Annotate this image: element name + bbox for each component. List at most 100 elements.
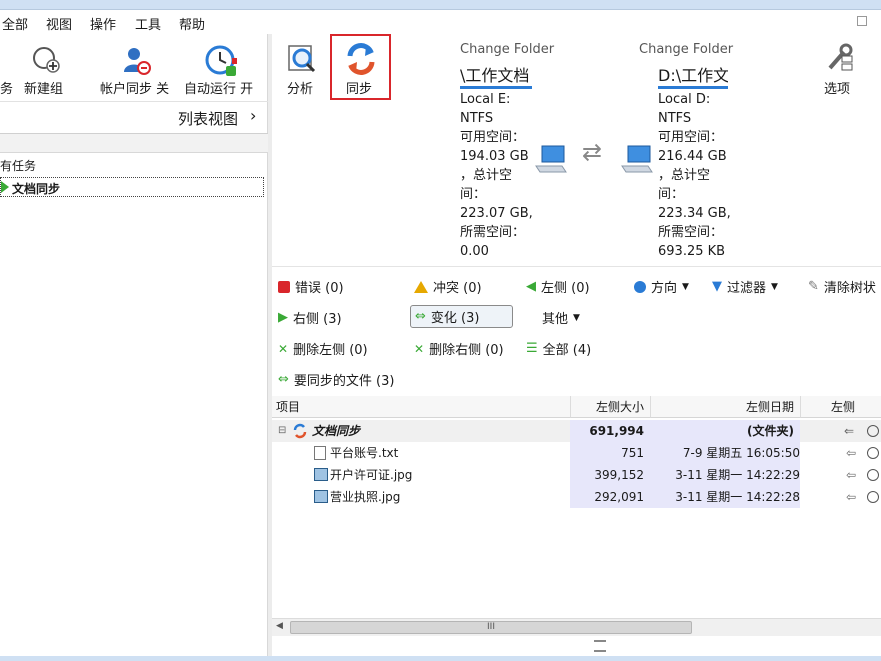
eraser-icon: ✎	[808, 279, 819, 294]
filter-left[interactable]: ◀ 左侧 (0)	[526, 277, 590, 296]
col-header-left[interactable]: 左侧	[800, 396, 881, 418]
list-view-label[interactable]: 列表视图	[178, 108, 238, 129]
filter-files-to-sync-label: 要同步的文件 (3)	[293, 374, 395, 389]
delete-left-icon: ✕	[278, 341, 289, 356]
filter-delete-right-label: 删除右侧 (0)	[429, 343, 504, 358]
scrollbar-grip: III	[487, 622, 495, 632]
filter-dropdown[interactable]: ▼ 过滤器 ▼	[712, 277, 778, 296]
filter-label: 过滤器	[727, 281, 767, 296]
filter-delete-left-label: 删除左侧 (0)	[293, 343, 368, 358]
auto-run-toggle[interactable]: 自动运行 开	[184, 78, 253, 97]
filter-left-label: 左侧 (0)	[541, 281, 590, 296]
col-header-left-size[interactable]: 左侧大小	[570, 396, 650, 418]
filter-files-to-sync[interactable]: ⇔ 要同步的文件 (3)	[278, 370, 394, 389]
clear-tree-button[interactable]: ✎ 清除树状	[808, 277, 876, 296]
group-date: (文件夹)	[650, 420, 800, 442]
filter-all[interactable]: ☰ 全部 (4)	[526, 339, 591, 358]
filter-delete-left[interactable]: ✕ 删除左侧 (0)	[278, 339, 368, 359]
changes-icon: ⇔	[415, 309, 426, 324]
title-bar	[0, 0, 881, 10]
task-button[interactable]: 务	[0, 78, 13, 97]
funnel-icon: ▼	[712, 279, 722, 294]
error-icon	[278, 280, 290, 293]
menu-view[interactable]: 视图	[46, 14, 72, 33]
status-circle-icon[interactable]	[867, 425, 879, 437]
other-dropdown[interactable]: 其他 ▼	[542, 308, 580, 327]
analyze-button[interactable]: 分析	[284, 42, 320, 98]
account-sync-toggle[interactable]: 帐户同步 关	[100, 78, 169, 97]
menu-tools[interactable]: 工具	[135, 14, 161, 33]
swap-arrows-icon[interactable]: ⇄	[582, 138, 602, 166]
filter-errors[interactable]: 错误 (0)	[278, 277, 344, 296]
file-name: 开户许可证.jpg	[330, 468, 413, 482]
chevron-right-icon[interactable]: ›	[250, 106, 256, 125]
list-view-bar[interactable]: 列表视图 ›	[0, 102, 268, 134]
auto-run-icon	[204, 44, 237, 76]
direction-dropdown[interactable]: 方向 ▼	[634, 277, 689, 296]
options-button[interactable]: 选项	[820, 42, 860, 98]
new-group-button[interactable]: 新建组	[24, 78, 63, 97]
sync-task-icon	[292, 423, 308, 439]
file-date: 3-11 星期一 14:22:28	[650, 486, 800, 508]
analyze-icon	[286, 42, 318, 78]
image-file-icon	[314, 490, 328, 503]
filter-right[interactable]: ▶ 右侧 (3)	[278, 308, 342, 327]
direction-left-icon[interactable]: ⇦	[846, 464, 856, 486]
table-row[interactable]: 营业执照.jpg 292,091 3-11 星期一 14:22:28 ⇦	[272, 486, 881, 508]
scroll-left-icon[interactable]: ◀	[276, 621, 283, 631]
filter-conflicts-label: 冲突 (0)	[433, 281, 482, 296]
col-header-left-date[interactable]: 左侧日期	[650, 396, 800, 418]
menu-bar: 全部 视图 操作 工具 帮助	[0, 10, 881, 34]
options-label: 选项	[824, 82, 851, 97]
status-circle-icon[interactable]	[867, 447, 879, 459]
right-panel: 分析 同步 Change Folder \工作文档 Local E: NTFS …	[272, 34, 881, 656]
table-group-row[interactable]: ⊟ 文档同步 691,994 (文件夹) ⇐	[272, 420, 881, 442]
filter-changes[interactable]: ⇔ 变化 (3)	[410, 305, 513, 328]
caret-down-icon: ▼	[771, 281, 778, 292]
menu-all[interactable]: 全部	[2, 14, 28, 33]
task-tree: 有任务 文档同步	[0, 152, 268, 212]
right-computer-icon	[620, 144, 654, 178]
file-table: 项目 左侧大小 左侧日期 左侧 ⊟ 文档同步 691,994 (文件夹) ⇐ 平…	[272, 396, 881, 616]
horizontal-scrollbar[interactable]: ◀ III	[272, 618, 881, 636]
direction-left-icon[interactable]: ⇦	[846, 486, 856, 508]
menu-help[interactable]: 帮助	[179, 14, 205, 33]
left-change-folder[interactable]: Change Folder	[460, 42, 554, 57]
options-icon	[824, 42, 856, 78]
direction-icon	[634, 280, 646, 293]
scrollbar-thumb[interactable]: III	[290, 621, 692, 634]
collapse-icon[interactable]: ⊟	[278, 420, 286, 442]
left-toolbar: 务 新建组 帐户同步 关 自动运行 开	[0, 34, 268, 102]
left-computer-icon	[534, 144, 568, 178]
table-row[interactable]: 开户许可证.jpg 399,152 3-11 星期一 14:22:29 ⇦	[272, 464, 881, 486]
table-row[interactable]: 平台账号.txt 751 7-9 星期五 16:05:50 ⇦	[272, 442, 881, 464]
status-circle-icon[interactable]	[867, 469, 879, 481]
sync-label: 同步	[346, 82, 373, 97]
other-label: 其他	[542, 312, 569, 327]
direction-left-icon[interactable]: ⇦	[846, 442, 856, 464]
left-folder-info: Local E: NTFS 可用空间： 194.03 GB ，总计空 间： 22…	[460, 92, 533, 259]
filter-changes-label: 变化 (3)	[430, 311, 480, 326]
left-folder-path[interactable]: \工作文档	[460, 62, 532, 89]
group-size: 691,994	[570, 420, 650, 442]
file-name: 营业执照.jpg	[330, 490, 401, 504]
sync-header: 分析 同步 Change Folder \工作文档 Local E: NTFS …	[272, 34, 881, 266]
filter-delete-right[interactable]: ✕ 删除右侧 (0)	[414, 339, 504, 359]
direction-label: 方向	[651, 281, 678, 296]
status-circle-icon[interactable]	[867, 491, 879, 503]
filter-errors-label: 错误 (0)	[295, 281, 344, 296]
col-header-item[interactable]: 项目	[272, 396, 570, 418]
right-folder-path[interactable]: D:\工作文	[658, 62, 728, 89]
window-control-icon[interactable]	[857, 16, 867, 26]
filter-conflicts[interactable]: 冲突 (0)	[414, 277, 482, 296]
menu-actions[interactable]: 操作	[90, 14, 116, 33]
text-file-icon	[314, 446, 326, 460]
left-panel: 务 新建组 帐户同步 关 自动运行 开 列表视图 › 有任务 文档同步	[0, 34, 268, 656]
tree-all-tasks[interactable]: 有任务	[0, 157, 36, 174]
warning-icon	[414, 280, 428, 293]
sync-button[interactable]: 同步	[330, 34, 391, 100]
right-folder-info: Local D: NTFS 可用空间： 216.44 GB ，总计空 间： 22…	[658, 92, 731, 259]
direction-left-icon[interactable]: ⇐	[844, 420, 854, 442]
tree-item-selected[interactable]: 文档同步	[0, 177, 264, 197]
right-change-folder[interactable]: Change Folder	[639, 42, 733, 57]
